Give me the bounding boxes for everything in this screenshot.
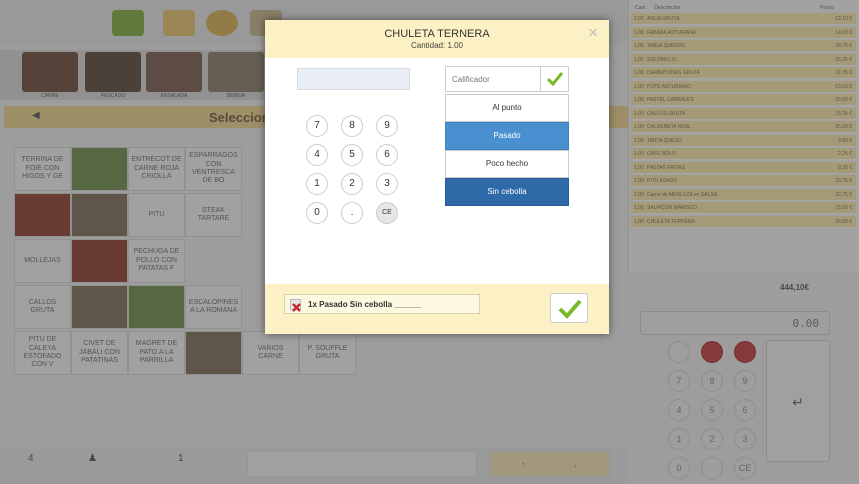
calificador-input[interactable] (452, 75, 532, 84)
calificador-field (445, 66, 569, 92)
delete-x-icon (292, 303, 301, 312)
key-5[interactable]: 5 (341, 144, 363, 166)
dialog-header: CHULETA TERNERA Cantidad: 1.00 × (265, 20, 609, 58)
option-poco-hecho[interactable]: Poco hecho (445, 150, 569, 178)
key-0[interactable]: 0 (306, 202, 328, 224)
calificador-confirm-button[interactable] (540, 67, 568, 91)
option-sin-cebolla[interactable]: Sin cebolla (445, 178, 569, 206)
option-al-punto[interactable]: Al punto (445, 94, 569, 122)
key-9[interactable]: 9 (376, 115, 398, 137)
quantity-input[interactable] (297, 68, 410, 90)
modifier-dialog: CHULETA TERNERA Cantidad: 1.00 × 789 456 1… (265, 20, 609, 334)
order-line-text: 1x Pasado Sin cebolla ______ (308, 300, 421, 309)
key-7[interactable]: 7 (306, 115, 328, 137)
key-ce[interactable]: CE (376, 202, 398, 224)
key-dot[interactable]: . (341, 202, 363, 224)
confirm-button[interactable] (550, 293, 588, 323)
check-icon (546, 72, 563, 87)
key-3[interactable]: 3 (376, 173, 398, 195)
check-icon (558, 299, 582, 319)
key-4[interactable]: 4 (306, 144, 328, 166)
key-6[interactable]: 6 (376, 144, 398, 166)
order-line-summary: 1x Pasado Sin cebolla ______ (284, 294, 480, 314)
key-2[interactable]: 2 (341, 173, 363, 195)
dialog-quantity: Cantidad: 1.00 (410, 41, 464, 50)
dialog-footer: 1x Pasado Sin cebolla ______ (265, 284, 609, 334)
dialog-body: 789 456 123 0. CE Al punto Pasado Poco hecho… (265, 58, 609, 284)
key-8[interactable]: 8 (341, 115, 363, 137)
close-icon[interactable]: × (588, 23, 598, 43)
option-pasado[interactable]: Pasado (445, 122, 569, 150)
dialog-title: CHULETA TERNERA (384, 28, 490, 40)
key-1[interactable]: 1 (306, 173, 328, 195)
remove-line-button[interactable] (290, 299, 301, 312)
